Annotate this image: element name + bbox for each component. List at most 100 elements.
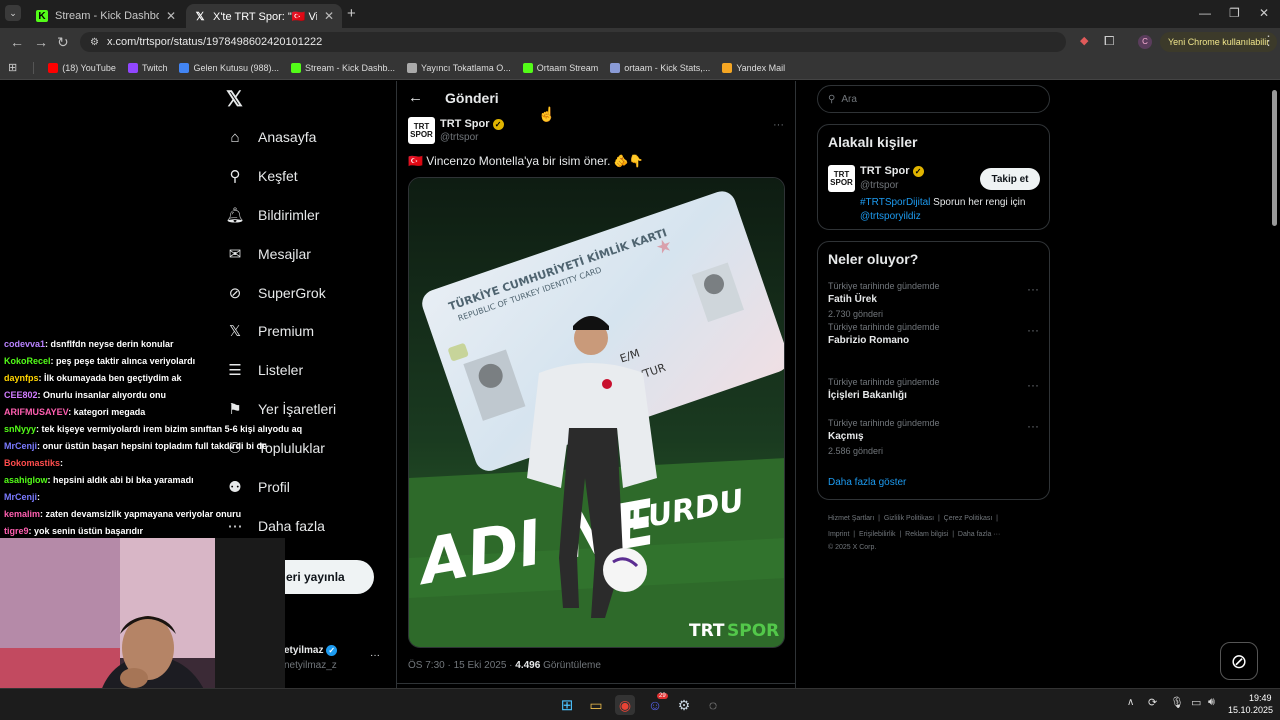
bookmark-item[interactable]: ortaam - Kick Stats,... [610, 62, 710, 73]
bookmark-label: Twitch [141, 62, 168, 73]
file-explorer-icon[interactable]: ▭ [586, 695, 606, 715]
scrollbar[interactable] [1272, 90, 1277, 226]
chat-username[interactable]: KokoRecel [4, 356, 51, 366]
tab-x-post[interactable]: 𝕏 X'te TRT Spor: "🇹🇷 Vincenzo Mo ✕ [186, 4, 342, 28]
trend-item[interactable]: Türkiye tarihinde gündemde İçişleri Bakan… [828, 377, 940, 401]
sidebar-item-messages[interactable]: ✉ Mesajlar [226, 245, 311, 263]
chat-username[interactable]: tigre9 [4, 526, 29, 536]
bookmark-item[interactable]: (18) YouTube [48, 62, 116, 73]
grok-button[interactable]: ⊘ [1220, 642, 1258, 680]
chrome-update-button[interactable]: Yeni Chrome kullanılabilir [1160, 32, 1278, 52]
post-more-icon[interactable]: ··· [773, 119, 784, 131]
account-more-icon[interactable]: ··· [370, 650, 380, 661]
clock-date[interactable]: 15.10.2025 [1228, 705, 1273, 715]
chat-username[interactable]: ARIFMUSAYEV [4, 407, 68, 417]
tray-network-icon[interactable]: ▭ [1191, 696, 1201, 709]
trend-more-icon[interactable]: ··· [1027, 419, 1039, 433]
close-tab-icon[interactable]: ✕ [166, 9, 176, 23]
post-button[interactable]: eri yayınla [284, 560, 374, 594]
steam-icon[interactable]: ⚙ [674, 695, 694, 715]
back-icon[interactable]: ← [10, 34, 24, 50]
profile-avatar[interactable]: C [1138, 35, 1152, 49]
app-icon[interactable]: ◌ [703, 695, 723, 715]
chat-username[interactable]: CEE802 [4, 390, 38, 400]
post-timestamp[interactable]: ÖS 7:30 · 15 Eki 2025 · [408, 660, 515, 671]
close-window-icon[interactable]: ✕ [1259, 6, 1269, 20]
bookmark-item[interactable]: Twitch [127, 62, 168, 73]
trend-item[interactable]: Türkiye tarihinde gündemde Fabrizio Roman… [828, 322, 940, 346]
bookmark-favicon-icon [179, 62, 190, 73]
tab-kick-dashboard[interactable]: K Stream - Kick Dashboard ✕ [28, 4, 184, 28]
bookmark-label: (18) YouTube [62, 62, 116, 73]
reload-icon[interactable]: ↻ [57, 34, 69, 51]
footer-links-1[interactable]: Hizmet Şartları | Gizlilik Politikası | … [828, 515, 998, 522]
explore-icon: ⚲ [229, 168, 241, 185]
search-box[interactable]: ⚲ Ara [817, 85, 1050, 113]
trend-more-icon[interactable]: ··· [1027, 323, 1039, 337]
trend-count: 2.730 gönderi [828, 309, 884, 319]
tray-refresh-icon[interactable]: ⟳ [1148, 696, 1157, 709]
footer-links-2[interactable]: Imprint | Erişilebilirlik | Reklam bilgi… [828, 531, 1000, 538]
chat-username[interactable]: codevva1 [4, 339, 45, 349]
bookmark-item[interactable]: Yayıncı Tokatlama O... [407, 62, 511, 73]
trend-name: İçişleri Bakanlığı [828, 390, 907, 401]
sidebar-item-supergrok[interactable]: ⊘ SuperGrok [226, 284, 326, 302]
sidebar-item-explore[interactable]: ⚲ Keşfet [226, 167, 298, 185]
chat-username[interactable]: asahiglow [4, 475, 48, 485]
trend-item[interactable]: Türkiye tarihinde gündemde Fatih Ürek 2.73… [828, 281, 940, 319]
sidebar-item-notifications[interactable]: 🔔︎ Bildirimler [225, 206, 319, 224]
clock-time[interactable]: 19:49 [1249, 693, 1272, 703]
bookmark-item[interactable]: Yandex Mail [722, 62, 785, 73]
tray-mic-icon[interactable]: 🎙︎ [1170, 696, 1184, 709]
tray-chevron-icon[interactable]: ∧ [1127, 697, 1134, 708]
post-image[interactable]: ★ TÜRKİYE CUMHURİYETİ KİMLİK KARTI REPUB… [408, 177, 785, 648]
verified-badge-icon: ✓ [492, 118, 504, 130]
chat-message: snNyyy: tek kişeye vermiyolardı irem biz… [0, 421, 302, 438]
x-home-logo[interactable]: 𝕏 [226, 87, 243, 112]
back-arrow-icon[interactable]: ← [408, 89, 423, 106]
author-avatar[interactable]: TRT SPOR [408, 117, 435, 144]
chat-text: : kategori megada [68, 407, 146, 417]
minimize-icon[interactable]: — [1199, 6, 1211, 20]
show-more-link[interactable]: Daha fazla göster [828, 477, 906, 488]
chat-username[interactable]: MrCenji [4, 492, 37, 502]
trend-name: Fatih Ürek [828, 294, 877, 305]
extension-icon[interactable]: ◆ [1080, 34, 1088, 47]
chrome-icon[interactable]: ◉ [615, 695, 635, 715]
extensions-puzzle-icon[interactable]: ⧠ [1104, 33, 1114, 49]
follow-button[interactable]: Takip et [980, 168, 1040, 190]
chat-username[interactable]: MrCenji [4, 441, 37, 451]
chat-username[interactable]: daynfps [4, 373, 39, 383]
bookmark-item[interactable]: Ortaam Stream [522, 62, 598, 73]
trend-more-icon[interactable]: ··· [1027, 282, 1039, 296]
bio-hashtag-link[interactable]: #TRTSporDijital [860, 197, 930, 208]
apps-grid-icon[interactable]: ⊞ [8, 61, 17, 74]
tray-volume-icon[interactable]: 🔊︎ [1208, 696, 1215, 709]
chat-username[interactable]: Bokomastiks [4, 458, 60, 468]
tab-search-button[interactable]: ⌄ [5, 5, 21, 21]
restore-icon[interactable]: ❐ [1229, 6, 1240, 20]
author-name[interactable]: TRT Spor [440, 118, 490, 130]
forward-icon[interactable]: → [34, 34, 48, 50]
chat-username[interactable]: snNyyy [4, 424, 36, 434]
trend-more-icon[interactable]: ··· [1027, 378, 1039, 392]
site-info-icon[interactable]: ⚙ [90, 37, 99, 48]
footer-copyright: © 2025 X Corp. [828, 544, 877, 551]
start-windows-icon[interactable]: ⊞ [557, 695, 577, 715]
bookmark-item[interactable]: Stream - Kick Dashb... [291, 62, 395, 73]
chat-username[interactable]: kemalim [4, 509, 40, 519]
account-switcher[interactable]: etyilmaz ✓ netyilmaz_z ··· [284, 644, 394, 674]
trend-item[interactable]: Türkiye tarihinde gündemde Kaçmış 2.586 gö… [828, 418, 940, 456]
bio-mention-link[interactable]: @trtsporyildiz [860, 211, 921, 222]
related-name[interactable]: TRT Spor [860, 165, 910, 177]
author-handle[interactable]: @trtspor [440, 132, 479, 143]
sidebar-item-label: SuperGrok [258, 285, 326, 301]
new-tab-button[interactable]: + [347, 5, 356, 22]
close-tab-icon[interactable]: ✕ [324, 9, 334, 23]
address-bar[interactable]: ⚙ x.com/trtspor/status/19784986024201012… [80, 32, 1066, 52]
related-avatar[interactable]: TRT SPOR [828, 165, 855, 192]
sidebar-item-home[interactable]: ⌂ Anasayfa [226, 128, 316, 146]
bookmark-item[interactable]: Gelen Kutusu (988)... [179, 62, 279, 73]
trend-count: 2.586 gönderi [828, 446, 884, 456]
menu-icon[interactable]: ⋮ [1262, 33, 1275, 49]
